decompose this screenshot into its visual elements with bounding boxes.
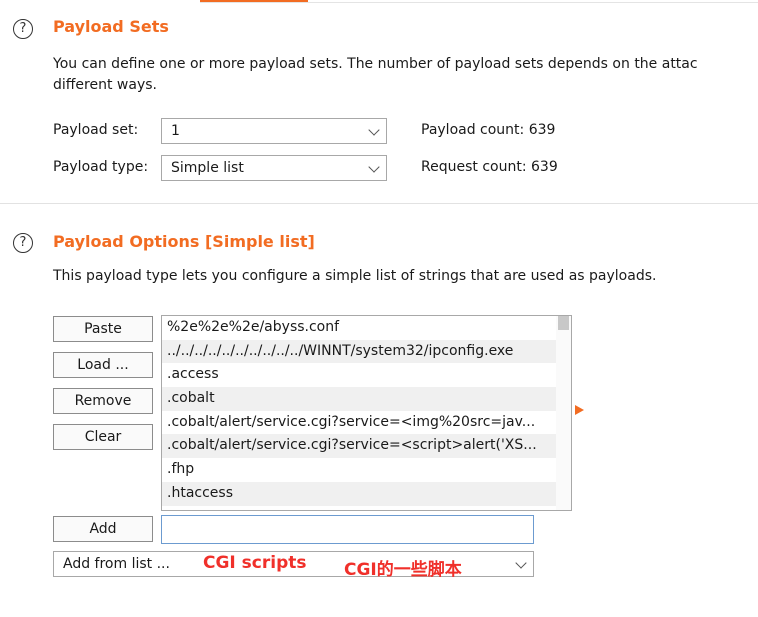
payload-options-title: Payload Options [Simple list] (53, 232, 315, 251)
top-border (200, 2, 758, 3)
payload-type-select[interactable]: Simple list (161, 155, 387, 181)
add-button[interactable]: Add (53, 516, 153, 542)
collapse-arrow-icon[interactable] (575, 405, 584, 415)
paste-button[interactable]: Paste (53, 316, 153, 342)
blank-panel (572, 543, 734, 607)
list-item[interactable]: .cobalt/alert/service.cgi?service=<scrip… (162, 434, 559, 459)
scrollbar-thumb[interactable] (558, 316, 569, 330)
payload-list[interactable]: %2e%2e%2e/abyss.conf ../../../../../../.… (161, 315, 572, 511)
remove-button[interactable]: Remove (53, 388, 153, 414)
payload-set-label: Payload set: (53, 122, 139, 138)
list-item[interactable]: .access (162, 363, 559, 387)
list-item[interactable]: ../../../../../../../../../../WINNT/syst… (162, 339, 559, 364)
request-count-value: 639 (531, 159, 558, 175)
payload-set-value: 1 (171, 123, 180, 139)
list-item[interactable]: .fhp (162, 458, 559, 482)
payload-options-description: This payload type lets you configure a s… (53, 268, 657, 284)
payload-count-value: 639 (528, 122, 556, 138)
help-icon[interactable]: ? (13, 19, 33, 39)
payload-sets-description-2: different ways. (53, 77, 157, 93)
list-item[interactable]: .cobalt (162, 387, 559, 411)
section-divider (0, 203, 758, 204)
help-icon[interactable]: ? (13, 233, 33, 253)
list-scrollbar[interactable] (556, 316, 571, 510)
list-item[interactable]: .htaccess (162, 481, 559, 506)
request-count-label: Request count: 639 (421, 159, 558, 175)
annotation-cgi-scripts: CGI scripts (203, 553, 307, 573)
payload-type-value: Simple list (171, 160, 244, 176)
payload-set-select[interactable]: 1 (161, 118, 387, 144)
payload-type-label: Payload type: (53, 159, 149, 175)
chevron-down-icon (368, 124, 380, 136)
payload-sets-title: Payload Sets (53, 17, 169, 36)
chevron-down-icon (368, 161, 380, 173)
chevron-down-icon (515, 557, 527, 569)
payload-count-label: Payload count: 639 (421, 122, 556, 138)
add-from-list-label: Add from list ... (63, 556, 170, 572)
list-item[interactable]: %2e%2e%2e/abyss.conf (162, 316, 559, 340)
annotation-cgi-chinese: CGI的一些脚本 (344, 560, 462, 580)
load-button[interactable]: Load ... (53, 352, 153, 378)
add-item-input[interactable] (161, 515, 534, 544)
payload-sets-description-1: You can define one or more payload sets.… (53, 56, 698, 72)
clear-button[interactable]: Clear (53, 424, 153, 450)
list-item[interactable]: .cobalt/alert/service.cgi?service=<img%2… (162, 411, 559, 435)
